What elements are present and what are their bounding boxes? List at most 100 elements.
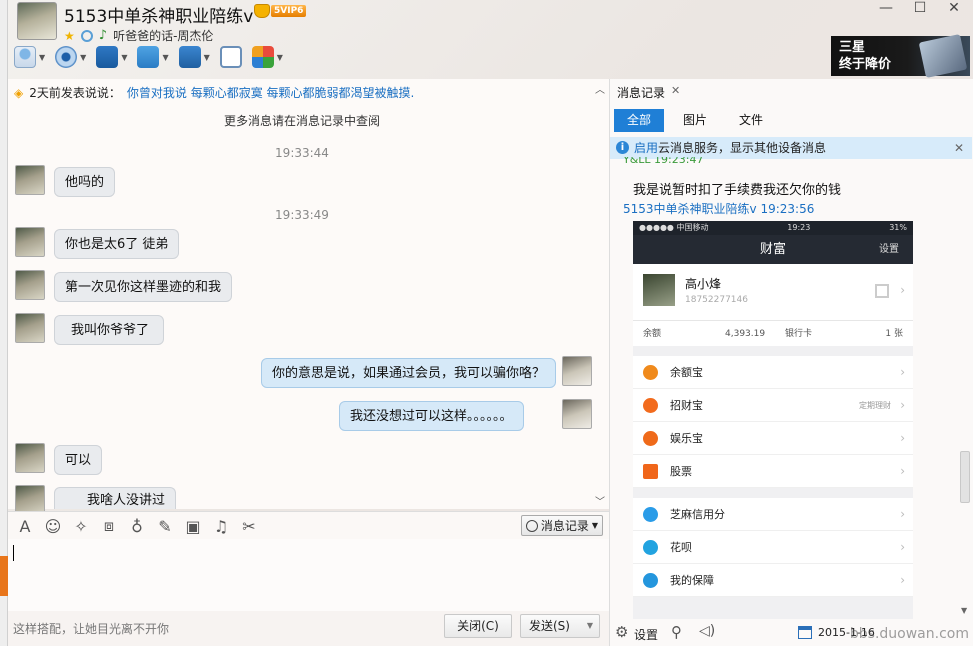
maximize-icon[interactable]: ☐ [913, 0, 927, 16]
chat-toolbar: ▼ ▼ ▼ ▼ ▼ ▼ [14, 46, 283, 68]
edit-icon[interactable]: ✎ [156, 517, 174, 536]
ad-banner[interactable]: 三星 终于降价 [831, 34, 970, 78]
send-button[interactable]: 发送(S) ▼ [520, 614, 600, 638]
history-filter-tabs: 全部 图片 文件 [614, 109, 782, 132]
phone-user-number: 18752277146 [685, 295, 748, 305]
balance-label: 余额 [643, 329, 662, 339]
info-icon: i [616, 141, 629, 154]
chevron-down-icon: ▼ [80, 52, 87, 62]
vip-badge[interactable]: 5VIP6 [254, 4, 307, 18]
chevron-down-icon: ▼ [39, 52, 46, 62]
message-input[interactable] [8, 539, 609, 611]
message-history-button[interactable]: 消息记录 ▼ [520, 515, 603, 536]
close-icon[interactable]: ✕ [954, 137, 964, 159]
qr-code-icon [875, 284, 889, 298]
my-avatar[interactable] [562, 399, 592, 429]
contact-avatar[interactable] [17, 2, 57, 40]
filter-tab-files[interactable]: 文件 [726, 109, 776, 132]
remote-assist-button[interactable]: ▼ [96, 46, 127, 68]
sender-avatar[interactable] [15, 227, 45, 257]
chevron-right-icon: › [900, 398, 905, 412]
notice-post-link[interactable]: 你曾对我说 每颗心都寂寞 每颗心都脆弱都渴望被触摸. [127, 84, 414, 101]
crown-icon [254, 4, 270, 18]
huabei-icon [643, 540, 658, 555]
sender-avatar[interactable] [15, 270, 45, 300]
history-settings-button[interactable]: 设置 [634, 626, 658, 643]
history-tab[interactable]: 消息记录 ✕ [617, 84, 680, 101]
history-scrollbar-thumb[interactable] [960, 451, 970, 503]
sesame-credit-icon [643, 507, 658, 522]
chevron-right-icon: › [900, 540, 905, 554]
video-call-button[interactable]: ▼ [55, 46, 86, 68]
sender-avatar[interactable] [15, 443, 45, 473]
status-diamond-icon: ◈ [14, 85, 24, 100]
voice-message-icon[interactable]: ♁ [128, 517, 146, 536]
apps-grid-icon [251, 46, 274, 68]
chevron-down-icon[interactable]: ﹀ [595, 493, 605, 508]
chevron-up-icon[interactable]: ︿ [595, 81, 605, 96]
qzone-icon[interactable] [80, 29, 93, 42]
chevron-right-icon: › [900, 283, 905, 297]
font-icon[interactable]: A [16, 517, 34, 536]
history-panel: 消息记录 ✕ 全部 图片 文件 i 启用云消息服务，显示其他设备消息 ✕ Y&L… [609, 79, 973, 646]
message-bubble: 我啥人没讲过 [54, 487, 177, 509]
phone-user-name: 高小烽 [685, 277, 722, 291]
scissors-icon[interactable]: ✂ [240, 517, 258, 536]
phone-menu-list: 余额宝 › 招财宝 定期理财 › 娱乐宝 › 股票 › [633, 356, 913, 488]
history-sender-line: 5153中单杀神职业陪练v 19:23:56 [623, 202, 815, 216]
now-playing-song[interactable]: 听爸爸的话-周杰伦 [113, 27, 213, 44]
enable-cloud-link[interactable]: 启用 [634, 141, 658, 155]
screen-share-button[interactable]: ▼ [178, 46, 210, 68]
chevron-down-icon: ▼ [591, 521, 598, 530]
more-history-hint[interactable]: 更多消息请在消息记录中查阅 [8, 112, 596, 129]
star-icon[interactable]: ★ [64, 29, 75, 43]
message-bubble: 我叫你爷爷了 [54, 315, 165, 345]
umbrella-icon [643, 573, 658, 588]
phone-menu-label: 花呗 [670, 541, 692, 554]
contact-status-row: ★ ♪ 听爸爸的话-周杰伦 [64, 27, 213, 44]
sender-avatar[interactable] [15, 313, 45, 343]
phone-menu-extra: 定期理财 [859, 401, 891, 410]
filter-tab-all[interactable]: 全部 [614, 109, 665, 132]
speaker-icon[interactable]: ◁) [699, 623, 715, 639]
emoji-icon[interactable]: ☺ [44, 517, 62, 536]
apps-button[interactable]: ▼ [251, 46, 283, 68]
contact-name[interactable]: 5153中单杀神职业陪练v [64, 2, 253, 27]
phone-menu-label: 招财宝 [670, 399, 703, 412]
search-icon[interactable]: ⚲ [671, 623, 682, 641]
chevron-down-icon[interactable]: ▼ [961, 606, 967, 615]
send-file-button[interactable]: ▼ [137, 46, 169, 68]
vip-level: 5VIP6 [271, 5, 307, 17]
chevron-down-icon[interactable]: ▼ [587, 615, 593, 637]
phone-status-bar: ●●●●● 中国移动 19:23 31% [633, 221, 913, 235]
close-button[interactable]: 关闭(C) [444, 614, 512, 638]
image-icon[interactable]: ▣ [184, 517, 202, 536]
my-avatar[interactable] [562, 356, 592, 386]
close-icon[interactable]: ✕ [947, 0, 961, 16]
folder-icon [137, 46, 160, 68]
phone-menu-item: 芝麻信用分 › [633, 498, 913, 531]
filter-tab-images[interactable]: 图片 [670, 109, 720, 132]
timestamp: 19:33:49 [275, 208, 329, 222]
message-bubble: 你也是太6了 徒弟 [54, 229, 180, 259]
shake-icon[interactable]: ⧈ [100, 516, 118, 536]
timestamp: 19:33:44 [275, 146, 329, 160]
input-tool-icons: A ☺ ✧ ⧈ ♁ ✎ ▣ ♫ ✂ [16, 516, 258, 536]
minimize-icon[interactable]: — [879, 0, 893, 16]
music-icon[interactable]: ♫ [212, 517, 230, 536]
chevron-right-icon: › [900, 573, 905, 587]
music-note-icon: ♪ [98, 28, 108, 43]
history-tab-label: 消息记录 [617, 86, 666, 100]
shared-image[interactable]: ●●●●● 中国移动 19:23 31% 财富 设置 高小烽 187522771… [633, 221, 913, 619]
create-group-button[interactable] [219, 46, 242, 68]
ad-tip-link[interactable]: 这样搭配，让她目光离不开你 [13, 620, 169, 637]
calendar-icon[interactable] [798, 626, 812, 639]
phone-menu-item: 股票 › [633, 455, 913, 488]
gear-icon[interactable]: ⚙ [615, 625, 628, 640]
magic-wand-icon[interactable]: ✧ [72, 517, 90, 536]
chat-message-area[interactable]: ◈ 2天前发表说说： 你曾对我说 每颗心都寂寞 每颗心都脆弱都渴望被触摸. ︿ … [8, 79, 609, 515]
close-icon[interactable]: ✕ [671, 84, 680, 101]
sender-avatar[interactable] [15, 165, 45, 195]
voice-call-button[interactable]: ▼ [14, 46, 45, 68]
message-bubble: 他吗的 [54, 167, 116, 197]
